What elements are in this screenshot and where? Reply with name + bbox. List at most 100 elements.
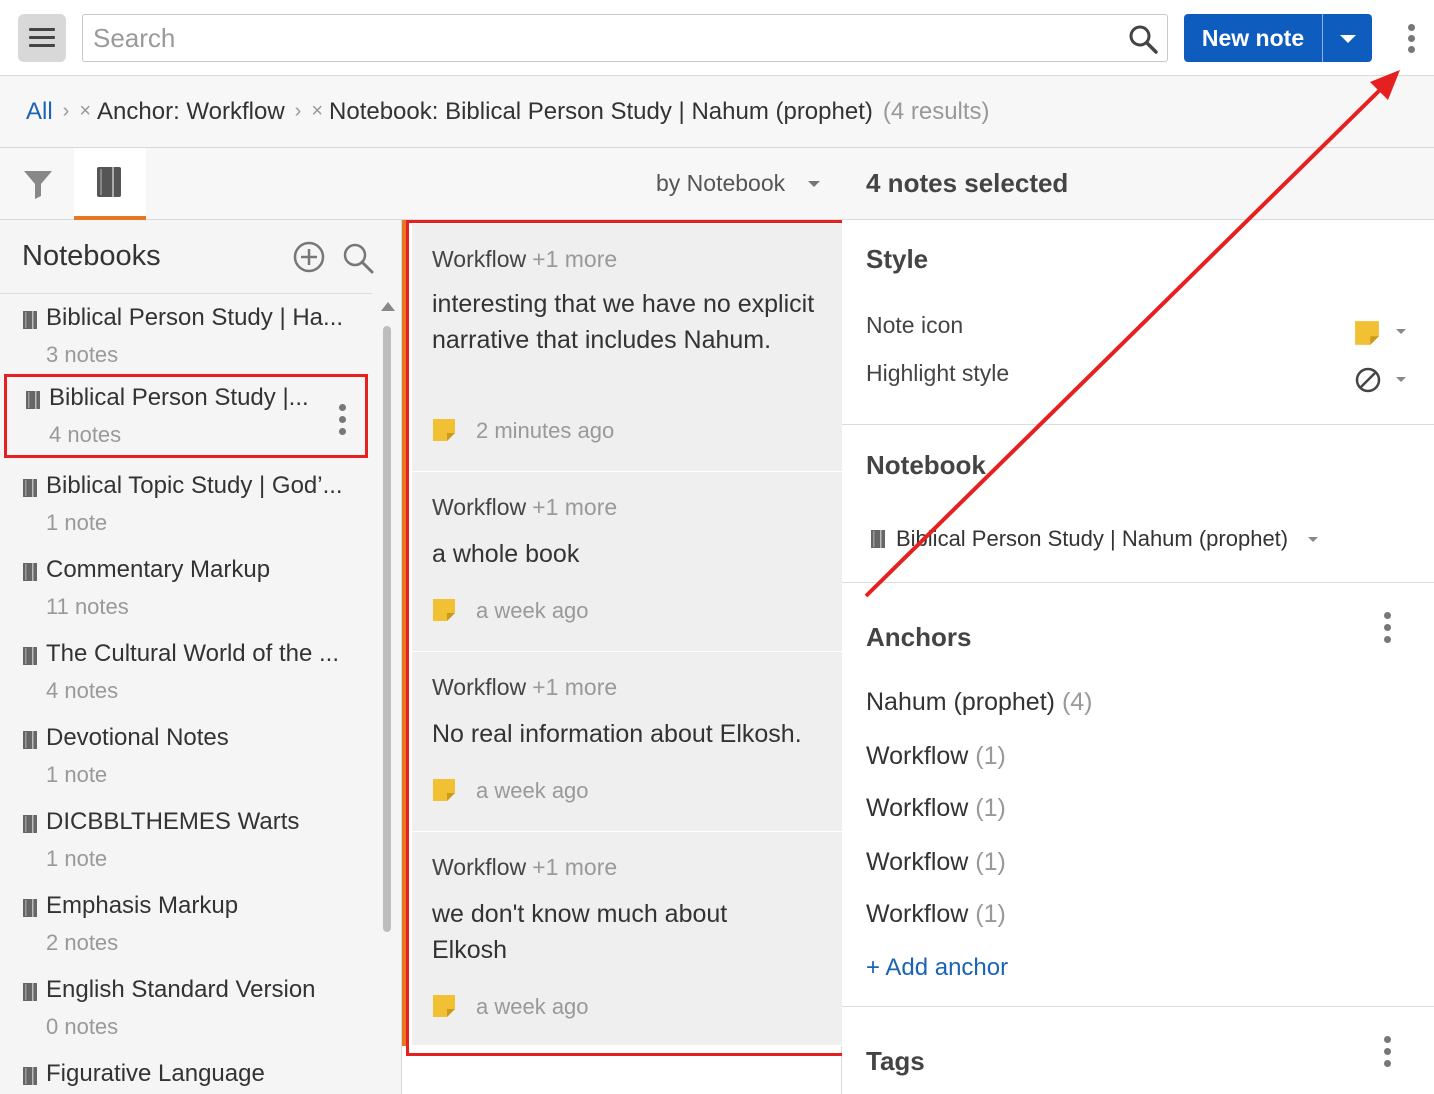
notebook-list-item[interactable]: Commentary Markup 11 notes	[0, 546, 372, 630]
sort-bar: by Notebook	[402, 148, 842, 220]
remove-filter-icon[interactable]: ×	[311, 100, 323, 123]
remove-filter-icon[interactable]: ×	[79, 100, 91, 123]
notebook-list-item[interactable]: English Standard Version 0 notes	[0, 966, 372, 1050]
breadcrumb-anchor-filter[interactable]: Anchor: Workflow	[97, 98, 285, 126]
style-section-title: Style	[866, 244, 929, 274]
note-text: No real information about Elkosh.	[432, 720, 802, 748]
new-note-button[interactable]: New note	[1184, 14, 1322, 62]
notebook-list-item[interactable]: Figurative Language	[0, 1050, 372, 1094]
divider	[842, 582, 1434, 583]
notebook-list-scrollbar[interactable]	[378, 294, 398, 1094]
note-anchor-more: +1 more	[532, 246, 618, 272]
notebook-icon	[23, 983, 37, 1001]
note-card[interactable]: Workflow +1 more No real information abou…	[412, 652, 842, 832]
note-card[interactable]: Workflow +1 more interesting that we have…	[412, 224, 842, 472]
sticky-note-icon	[433, 779, 455, 801]
new-note-dropdown-button[interactable]	[1322, 14, 1372, 62]
search-input[interactable]	[93, 21, 1113, 55]
notebook-dropdown[interactable]: Biblical Person Study | Nahum (prophet)	[870, 524, 1320, 558]
notes-list-panel: by Notebook Workflow +1 more interesting …	[402, 148, 848, 1094]
notebook-name: Devotional Notes	[46, 724, 229, 751]
notebook-name: English Standard Version	[46, 976, 316, 1003]
notebook-section-title: Notebook	[866, 450, 986, 480]
notebook-options-button[interactable]	[337, 403, 349, 437]
notebook-name: Commentary Markup	[46, 556, 271, 583]
chevron-down-icon	[808, 181, 820, 187]
hamburger-icon	[29, 28, 55, 31]
notebook-list-item[interactable]: Devotional Notes 1 note	[0, 714, 372, 798]
notebook-icon	[97, 167, 121, 197]
anchor-item[interactable]: Workflow (1)	[866, 900, 1006, 929]
notebook-icon	[23, 899, 37, 917]
sticky-note-icon	[433, 599, 455, 621]
notebook-name: The Cultural World of the ...	[46, 640, 340, 667]
notebook-icon	[23, 647, 37, 665]
anchors-section-title: Anchors	[866, 622, 972, 652]
anchor-item[interactable]: Workflow (1)	[866, 848, 1006, 877]
notebook-note-count: 0 notes	[46, 1014, 119, 1039]
note-timestamp: a week ago	[476, 598, 589, 623]
notebook-name: DICBBLTHEMES Warts	[46, 808, 300, 835]
anchors-options-button[interactable]	[1382, 612, 1394, 646]
selection-title: 4 notes selected	[866, 168, 1069, 198]
notes-list: Workflow +1 more interesting that we have…	[402, 220, 842, 1046]
more-options-button[interactable]	[1400, 20, 1424, 56]
note-timestamp: 2 minutes ago	[476, 418, 615, 443]
anchor-item[interactable]: Workflow (1)	[866, 794, 1006, 823]
notebook-list-item[interactable]: Emphasis Markup 2 notes	[0, 882, 372, 966]
sticky-note-icon	[433, 995, 455, 1017]
note-text: a whole book	[432, 540, 580, 568]
notebook-list-item-selected[interactable]: Biblical Person Study |... 4 notes	[4, 374, 368, 458]
no-highlight-icon	[1355, 367, 1381, 393]
notebook-icon	[23, 815, 37, 833]
highlight-style-dropdown[interactable]	[1352, 366, 1408, 394]
note-icon-dropdown[interactable]	[1352, 318, 1408, 346]
notebook-name: Biblical Person Study |...	[49, 384, 309, 411]
notebook-note-count: 4 notes	[46, 678, 119, 703]
breadcrumb: All › × Anchor: Workflow › × Notebook: B…	[0, 76, 1434, 148]
search-notebooks-icon[interactable]	[340, 240, 376, 276]
notebook-icon	[23, 1067, 37, 1085]
breadcrumb-notebook-filter[interactable]: Notebook: Biblical Person Study | Nahum …	[329, 98, 873, 126]
anchor-item[interactable]: Workflow (1)	[866, 742, 1006, 771]
scroll-up-arrow-icon[interactable]	[381, 302, 395, 311]
notebook-list-item[interactable]: The Cultural World of the ... 4 notes	[0, 630, 372, 714]
note-icon-label: Note icon	[866, 312, 964, 338]
add-anchor-link[interactable]: + Add anchor	[866, 954, 1008, 982]
notebook-name: Emphasis Markup	[46, 892, 239, 919]
funnel-icon	[24, 171, 52, 199]
scrollbar-thumb[interactable]	[383, 326, 391, 932]
sort-dropdown[interactable]: by Notebook	[656, 170, 785, 197]
chevron-down-icon	[1340, 35, 1356, 43]
divider	[842, 424, 1434, 425]
note-card[interactable]: Workflow +1 more we don't know much about…	[412, 832, 842, 1046]
note-anchor: Workflow	[432, 246, 527, 272]
notebook-icon	[23, 731, 37, 749]
note-card[interactable]: Workflow +1 more a whole book a week ago	[412, 472, 842, 652]
notebook-note-count: 4 notes	[49, 422, 122, 447]
new-note-button-group: New note	[1184, 14, 1372, 62]
notebook-name: Biblical Topic Study | God’...	[46, 472, 343, 499]
notebooks-header: Notebooks	[0, 220, 374, 294]
sticky-note-icon	[433, 419, 455, 441]
notebook-note-count: 3 notes	[46, 342, 119, 367]
note-anchor: Workflow	[432, 674, 527, 700]
tab-notebooks[interactable]	[74, 148, 146, 220]
tags-options-button[interactable]	[1382, 1036, 1394, 1070]
notebook-list-item[interactable]: DICBBLTHEMES Warts 1 note	[0, 798, 372, 882]
breadcrumb-all-link[interactable]: All	[26, 98, 53, 126]
notebook-name: Figurative Language	[46, 1060, 265, 1087]
sticky-note-icon	[1355, 321, 1379, 345]
note-text: interesting that we have no explicit nar…	[432, 290, 815, 354]
anchor-item[interactable]: Nahum (prophet) (4)	[866, 688, 1093, 717]
add-notebook-icon[interactable]	[292, 240, 326, 274]
notebook-list-item[interactable]: Biblical Topic Study | God’... 1 note	[0, 462, 372, 546]
notebook-list-item[interactable]: Biblical Person Study | Ha... 3 notes	[0, 294, 372, 378]
tab-filter[interactable]	[0, 148, 74, 220]
note-anchor: Workflow	[432, 494, 527, 520]
note-anchor: Workflow	[432, 854, 527, 880]
hamburger-menu-button[interactable]	[18, 14, 66, 62]
search-icon[interactable]	[1127, 23, 1159, 55]
notebook-note-count: 1 note	[46, 762, 108, 787]
divider	[842, 1006, 1434, 1007]
